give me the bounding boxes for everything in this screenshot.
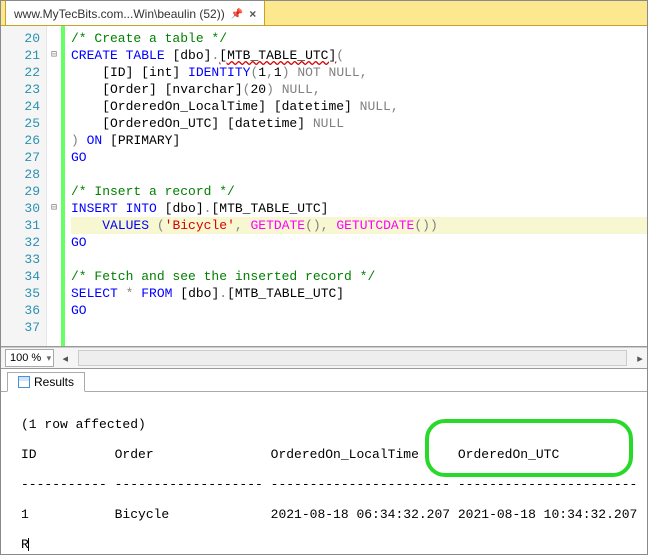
- scroll-right-icon[interactable]: ▸: [633, 352, 647, 365]
- line-number: 29: [1, 183, 40, 200]
- horizontal-scrollbar[interactable]: [78, 350, 627, 366]
- query-tab-title: www.MyTecBits.com...Win\beaulin (52)): [14, 7, 225, 21]
- fold-toggle-icon[interactable]: ⊟: [47, 200, 61, 217]
- fold-toggle-icon: [47, 166, 61, 183]
- fold-toggle-icon: [47, 98, 61, 115]
- document-tab-strip: www.MyTecBits.com...Win\beaulin (52)) 📌 …: [1, 1, 647, 26]
- fold-toggle-icon: [47, 81, 61, 98]
- code-line[interactable]: CREATE TABLE [dbo].[MTB_TABLE_UTC](: [71, 47, 647, 64]
- scroll-left-icon[interactable]: ◂: [58, 352, 72, 365]
- line-number: 34: [1, 268, 40, 285]
- line-number: 27: [1, 149, 40, 166]
- line-number: 25: [1, 115, 40, 132]
- code-line[interactable]: GO: [71, 302, 647, 319]
- line-number: 36: [1, 302, 40, 319]
- line-number-gutter: 202122232425262728293031323334353637: [1, 26, 47, 346]
- line-number: 20: [1, 30, 40, 47]
- close-icon[interactable]: ×: [249, 7, 256, 21]
- code-line[interactable]: ) ON [PRIMARY]: [71, 132, 647, 149]
- results-tabstrip: Results: [1, 369, 647, 392]
- result-header: ID Order OrderedOn_LocalTime OrderedOn_U…: [21, 447, 635, 462]
- line-number: 37: [1, 319, 40, 336]
- code-line[interactable]: GO: [71, 149, 647, 166]
- fold-toggle-icon: [47, 319, 61, 336]
- line-number: 31: [1, 217, 40, 234]
- code-line[interactable]: /* Create a table */: [71, 30, 647, 47]
- code-line[interactable]: [Order] [nvarchar](20) NULL,: [71, 81, 647, 98]
- editor-footer: 100 % ◂ ▸: [1, 347, 647, 369]
- code-line[interactable]: [ID] [int] IDENTITY(1,1) NOT NULL,: [71, 64, 647, 81]
- code-line[interactable]: [71, 251, 647, 268]
- result-divider: ----------- ------------------- --------…: [21, 477, 635, 492]
- fold-toggle-icon: [47, 251, 61, 268]
- code-line[interactable]: /* Insert a record */: [71, 183, 647, 200]
- code-line[interactable]: SELECT * FROM [dbo].[MTB_TABLE_UTC]: [71, 285, 647, 302]
- results-pane[interactable]: (1 row affected) ID Order OrderedOn_Loca…: [1, 392, 647, 555]
- line-number: 26: [1, 132, 40, 149]
- code-line[interactable]: [71, 166, 647, 183]
- result-row: 1 Bicycle 2021-08-18 06:34:32.207 2021-0…: [21, 507, 635, 522]
- result-caret-line: R: [21, 537, 635, 552]
- results-tab-label: Results: [34, 375, 74, 389]
- pin-icon[interactable]: 📌: [231, 9, 243, 20]
- grid-icon: [18, 376, 30, 388]
- code-area[interactable]: /* Create a table */CREATE TABLE [dbo].[…: [65, 26, 647, 346]
- fold-toggle-icon: [47, 302, 61, 319]
- code-line[interactable]: [71, 319, 647, 336]
- fold-toggle-icon: [47, 217, 61, 234]
- line-number: 33: [1, 251, 40, 268]
- fold-toggle-icon: [47, 234, 61, 251]
- zoom-dropdown[interactable]: 100 %: [5, 349, 54, 367]
- code-line[interactable]: [OrderedOn_UTC] [datetime] NULL: [71, 115, 647, 132]
- code-line[interactable]: [OrderedOn_LocalTime] [datetime] NULL,: [71, 98, 647, 115]
- code-line[interactable]: GO: [71, 234, 647, 251]
- query-tab[interactable]: www.MyTecBits.com...Win\beaulin (52)) 📌 …: [5, 0, 265, 25]
- outline-margin[interactable]: ⊟⊟: [47, 26, 61, 346]
- sql-editor[interactable]: 202122232425262728293031323334353637 ⊟⊟ …: [1, 26, 647, 347]
- line-number: 21: [1, 47, 40, 64]
- fold-toggle-icon: [47, 285, 61, 302]
- fold-toggle-icon: [47, 149, 61, 166]
- fold-toggle-icon: [47, 30, 61, 47]
- fold-toggle-icon: [47, 64, 61, 81]
- code-line[interactable]: VALUES ('Bicycle', GETDATE(), GETUTCDATE…: [71, 217, 647, 234]
- fold-toggle-icon: [47, 183, 61, 200]
- rows-affected-text: (1 row affected): [21, 417, 635, 432]
- fold-toggle-icon: [47, 132, 61, 149]
- line-number: 22: [1, 64, 40, 81]
- fold-toggle-icon[interactable]: ⊟: [47, 47, 61, 64]
- line-number: 24: [1, 98, 40, 115]
- code-line[interactable]: /* Fetch and see the inserted record */: [71, 268, 647, 285]
- line-number: 32: [1, 234, 40, 251]
- fold-toggle-icon: [47, 268, 61, 285]
- line-number: 28: [1, 166, 40, 183]
- fold-toggle-icon: [47, 115, 61, 132]
- code-line[interactable]: INSERT INTO [dbo].[MTB_TABLE_UTC]: [71, 200, 647, 217]
- line-number: 35: [1, 285, 40, 302]
- line-number: 30: [1, 200, 40, 217]
- line-number: 23: [1, 81, 40, 98]
- tab-results[interactable]: Results: [7, 372, 85, 392]
- ssms-window: www.MyTecBits.com...Win\beaulin (52)) 📌 …: [0, 0, 648, 555]
